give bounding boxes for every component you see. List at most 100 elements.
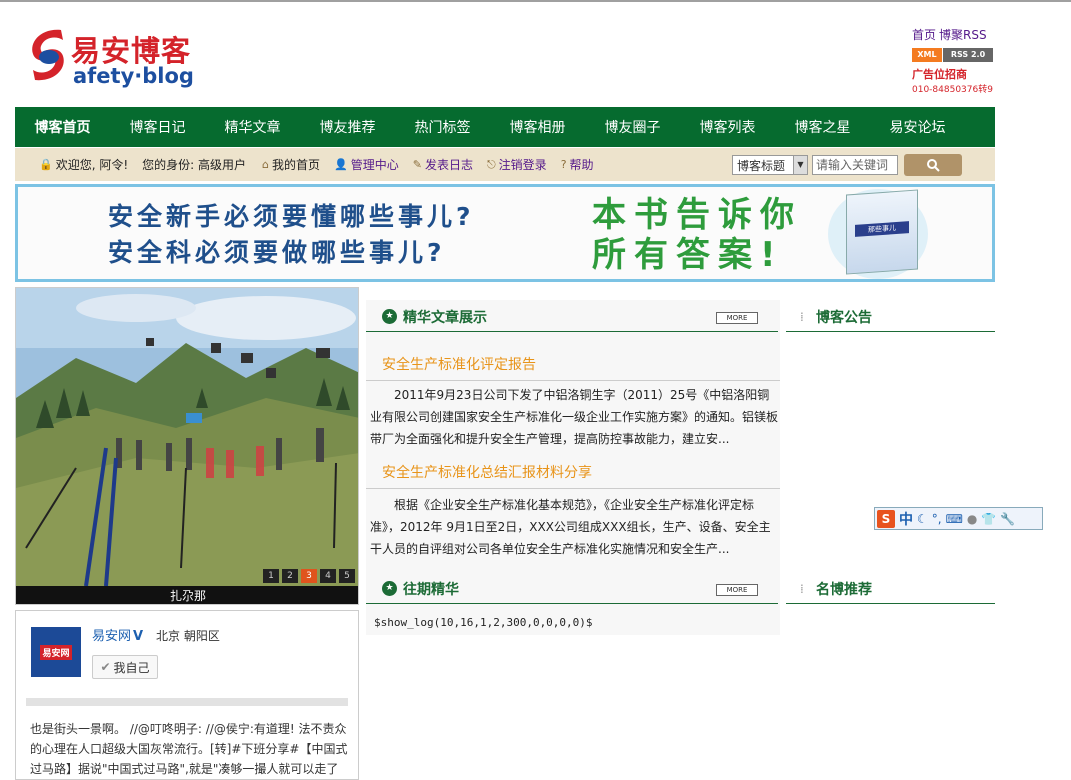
rss-version-label: RSS 2.0 bbox=[942, 48, 993, 62]
banner-ad[interactable]: 安全新手必须要懂哪些事儿? 安全科必须要做哪些事儿? 本书告诉你 所有答案! 那… bbox=[15, 184, 995, 282]
admin-center-link[interactable]: 👤 管理中心 bbox=[334, 156, 399, 173]
rss-badge[interactable]: XML RSS 2.0 bbox=[912, 48, 993, 62]
check-icon: ✔ bbox=[100, 660, 111, 674]
verified-icon: V bbox=[133, 629, 144, 644]
banner-line-1: 安全新手必须要懂哪些事儿? bbox=[108, 202, 475, 231]
book-title: 那些事儿 bbox=[855, 221, 909, 237]
ad-slot[interactable]: 广告位招商 010-84850376转927 bbox=[912, 66, 993, 96]
rss-link[interactable]: 博聚RSS bbox=[939, 28, 987, 42]
house-icon: ⌂ bbox=[262, 158, 269, 171]
identity-text: 您的身份: 高级用户 bbox=[142, 158, 247, 172]
slide-page-3[interactable]: 3 bbox=[301, 569, 317, 583]
logout-icon: ⎋ bbox=[486, 157, 496, 171]
book-cover-image: 那些事儿 bbox=[846, 189, 918, 275]
slideshow-pager: 1 2 3 4 5 bbox=[263, 569, 355, 583]
featured-more-button[interactable]: MORE bbox=[716, 312, 758, 324]
ad-phone: 010-84850376转927 bbox=[912, 85, 993, 95]
article-divider-2 bbox=[366, 488, 780, 489]
sogou-logo-icon: S bbox=[877, 509, 895, 528]
article-body-1: 2011年9月23日公司下发了中铝洛铜生字（2011）25号《中铝洛阳铜业有限公… bbox=[370, 388, 779, 446]
nav-item-blog-diary[interactable]: 博客日记 bbox=[110, 117, 205, 137]
past-header: ★ 往期精华 MORE bbox=[366, 574, 778, 604]
myself-button[interactable]: ✔ 我自己 bbox=[92, 655, 158, 679]
identity: 您的身份: 高级用户 bbox=[142, 156, 246, 173]
chevron-down-icon: ▼ bbox=[793, 156, 807, 174]
nav-item-featured[interactable]: 精华文章 bbox=[205, 117, 300, 137]
search-area: 博客标题 ▼ 请输入关键词 bbox=[732, 154, 962, 176]
banner-left-text: 安全新手必须要懂哪些事儿? 安全科必须要做哪些事儿? bbox=[108, 199, 475, 271]
nav-item-circles[interactable]: 博友圈子 bbox=[585, 117, 680, 137]
banner-right-line-1: 本书告诉你 bbox=[592, 195, 802, 235]
punctuation-icon[interactable]: °, bbox=[932, 512, 942, 526]
main-nav: 博客首页 博客日记 精华文章 博友推荐 热门标签 博客相册 博友圈子 博客列表 … bbox=[15, 107, 995, 147]
ad-title: 广告位招商 bbox=[912, 68, 967, 81]
notice-title: 博客公告 bbox=[816, 309, 872, 326]
banner-line-2: 安全科必须要做哪些事儿? bbox=[108, 238, 446, 267]
slide-page-2[interactable]: 2 bbox=[282, 569, 298, 583]
article-title-2[interactable]: 安全生产标准化总结汇报材料分享 bbox=[382, 462, 592, 482]
dots-icon: ⁞ bbox=[800, 309, 804, 324]
photo-slideshow[interactable]: 1 2 3 4 5 扎尕那 bbox=[15, 287, 359, 605]
weibo-location: 北京 朝阳区 bbox=[156, 629, 220, 643]
ime-toolbar[interactable]: S 中 ☾ °, ⌨ ● 👕 🔧 bbox=[874, 507, 1043, 530]
avatar[interactable]: 易安网 bbox=[31, 627, 81, 677]
nav-item-tags[interactable]: 热门标签 bbox=[395, 117, 490, 137]
wrench-icon[interactable]: 🔧 bbox=[1000, 512, 1015, 526]
weibo-card: 易安网 易安网 V 北京 朝阳区 ✔ 我自己 也是街头一景啊。 //@叮咚明子: … bbox=[15, 610, 359, 780]
recommend-header: ⁞ 名博推荐 bbox=[786, 574, 995, 604]
weibo-divider bbox=[26, 698, 348, 706]
window-top-border bbox=[0, 0, 1071, 2]
past-template-code: $show_log(10,16,1,2,300,0,0,0,0)$ bbox=[374, 616, 593, 629]
post-log-link[interactable]: ✎ 发表日志 bbox=[413, 156, 473, 173]
slide-page-1[interactable]: 1 bbox=[263, 569, 279, 583]
article-body-2: 根据《企业安全生产标准化基本规范》，《企业安全生产标准化评定标准》，2012年 … bbox=[370, 498, 771, 556]
search-button[interactable] bbox=[904, 154, 962, 176]
weibo-post-text: 也是街头一景啊。 //@叮咚明子: //@侯宁:有道理! 法不责众的心理在人口超… bbox=[30, 722, 348, 776]
avatar-logo-text: 易安网 bbox=[40, 644, 72, 660]
logo-english-text: afety·blog bbox=[73, 64, 194, 88]
logo-swirl-icon bbox=[32, 29, 64, 81]
weibo-name-link[interactable]: 易安网 V bbox=[92, 625, 143, 644]
featured-articles: ★ 精华文章展示 MORE 安全生产标准化评定报告 2011年9月23日公司下发… bbox=[366, 300, 780, 635]
person-icon: 👤 bbox=[334, 158, 348, 171]
home-link[interactable]: 首页 bbox=[912, 28, 936, 42]
star-icon: ★ bbox=[382, 309, 397, 324]
nav-item-albums[interactable]: 博客相册 bbox=[490, 117, 585, 137]
dots-icon: ⁞ bbox=[800, 581, 804, 596]
top-links: 首页 博聚RSS bbox=[912, 26, 990, 43]
logout-link[interactable]: ⎋ 注销登录 bbox=[487, 156, 547, 173]
question-icon: ? bbox=[560, 158, 567, 171]
user-bar: 🔒 欢迎您, 阿令! 您的身份: 高级用户 ⌂ 我的首页 👤 管理中心 ✎ 发表… bbox=[15, 148, 995, 181]
welcome: 🔒 欢迎您, 阿令! bbox=[39, 156, 128, 173]
star-icon: ★ bbox=[382, 581, 397, 596]
keyboard-icon[interactable]: ⌨ bbox=[946, 512, 963, 526]
article-divider-1 bbox=[366, 380, 780, 381]
nav-item-stars[interactable]: 博客之星 bbox=[775, 117, 870, 137]
site-logo[interactable]: 易安博客 afety·blog bbox=[15, 14, 220, 98]
nav-item-blog-home[interactable]: 博客首页 bbox=[15, 117, 110, 137]
search-input[interactable]: 请输入关键词 bbox=[812, 155, 898, 175]
ime-mode-label[interactable]: 中 bbox=[899, 509, 913, 529]
banner-right-text: 本书告诉你 所有答案! bbox=[592, 195, 802, 275]
nav-item-blog-list[interactable]: 博客列表 bbox=[680, 117, 775, 137]
article-title-1[interactable]: 安全生产标准化评定报告 bbox=[382, 354, 536, 374]
slide-page-5[interactable]: 5 bbox=[339, 569, 355, 583]
user-lock-icon: 🔒 bbox=[39, 158, 53, 171]
moon-icon[interactable]: ☾ bbox=[917, 512, 928, 526]
my-home-link[interactable]: ⌂ 我的首页 bbox=[262, 156, 320, 173]
nav-item-friends[interactable]: 博友推荐 bbox=[300, 117, 395, 137]
pencil-icon: ✎ bbox=[412, 158, 422, 171]
nav-item-forum[interactable]: 易安论坛 bbox=[870, 117, 965, 137]
user-icon[interactable]: ● bbox=[967, 512, 977, 526]
featured-title: 精华文章展示 bbox=[403, 309, 487, 326]
xml-label: XML bbox=[912, 48, 942, 62]
help-link[interactable]: ? 帮助 bbox=[561, 156, 594, 173]
skin-icon[interactable]: 👕 bbox=[981, 512, 996, 526]
past-more-button[interactable]: MORE bbox=[716, 584, 758, 596]
slideshow-photo bbox=[16, 288, 358, 586]
slide-page-4[interactable]: 4 bbox=[320, 569, 336, 583]
featured-header: ★ 精华文章展示 MORE bbox=[366, 302, 778, 332]
welcome-text: 欢迎您, 阿令! bbox=[55, 158, 129, 172]
past-title: 往期精华 bbox=[403, 581, 459, 598]
search-type-select[interactable]: 博客标题 ▼ bbox=[732, 155, 808, 175]
